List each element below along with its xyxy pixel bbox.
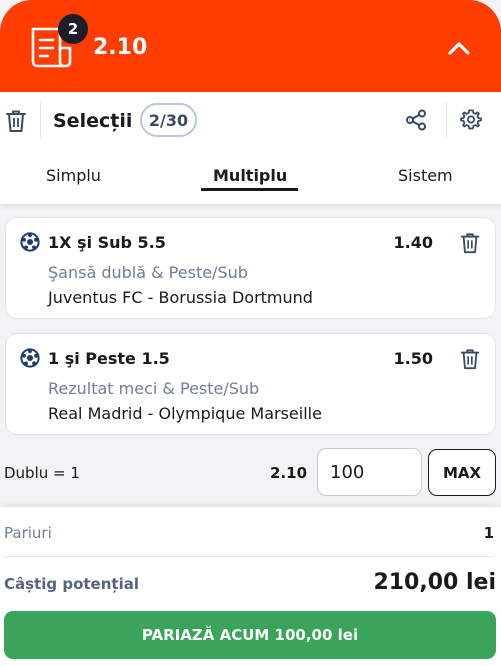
divider [4, 556, 494, 557]
selection-card: 1X şi Sub 5.5 1.40 Şansă dublă & Peste/S… [5, 217, 496, 319]
selection-match: Juventus FC - Borussia Dortmund [48, 288, 313, 307]
potential-win-value: 210,00 lei [373, 570, 496, 595]
football-icon [20, 232, 40, 252]
stake-input[interactable] [317, 448, 422, 496]
selection-count-badge: 2 [58, 14, 88, 44]
bet-slip-header[interactable]: 2 2.10 [0, 0, 501, 92]
trash-icon[interactable] [5, 109, 27, 133]
tab-sistem[interactable]: Sistem [398, 165, 453, 187]
trash-icon[interactable] [459, 232, 481, 254]
place-bet-button[interactable]: PARIAZĂ ACUM 100,00 lei [4, 611, 496, 659]
selection-market-type: Rezultat meci & Peste/Sub [48, 379, 260, 398]
chevron-up-icon[interactable] [447, 36, 471, 60]
bets-label: Pariuri [4, 524, 52, 542]
gear-icon[interactable] [460, 109, 482, 131]
bet-summary: Pariuri 1 Câștig potențial 210,00 lei PA… [0, 507, 501, 666]
max-stake-button[interactable]: MAX [428, 449, 496, 496]
tab-multiplu[interactable]: Multiplu [213, 165, 287, 187]
selections-toolbar: Selecții 2/30 [0, 92, 501, 152]
combination-label: Dublu = 1 [4, 464, 80, 482]
selection-odds: 1.50 [393, 349, 433, 368]
selection-match: Real Madrid - Olympique Marseille [48, 404, 322, 423]
combination-odds: 2.10 [270, 464, 308, 482]
trash-icon[interactable] [459, 348, 481, 370]
bet-type-tabs: Simplu Multiplu Sistem [0, 152, 501, 204]
total-odds: 2.10 [93, 35, 148, 60]
selection-market-type: Şansă dublă & Peste/Sub [48, 263, 248, 282]
divider [40, 102, 41, 138]
potential-win-label: Câștig potențial [4, 575, 139, 593]
selection-odds: 1.40 [393, 233, 433, 252]
selection-card: 1 şi Peste 1.5 1.50 Rezultat meci & Pest… [5, 333, 496, 435]
share-icon[interactable] [405, 109, 427, 131]
selections-title: Selecții [53, 110, 133, 132]
active-tab-indicator [201, 188, 298, 191]
tab-simplu[interactable]: Simplu [46, 165, 101, 187]
divider [446, 102, 447, 138]
selection-market: 1 şi Peste 1.5 [48, 349, 170, 368]
football-icon [20, 348, 40, 368]
selection-market: 1X şi Sub 5.5 [48, 233, 166, 252]
bets-count: 1 [483, 524, 494, 542]
bet-slip-panel: 2 2.10 Selecții 2/30 Simplu Multiplu Sis… [0, 0, 501, 666]
selections-count-badge: 2/30 [140, 103, 197, 137]
